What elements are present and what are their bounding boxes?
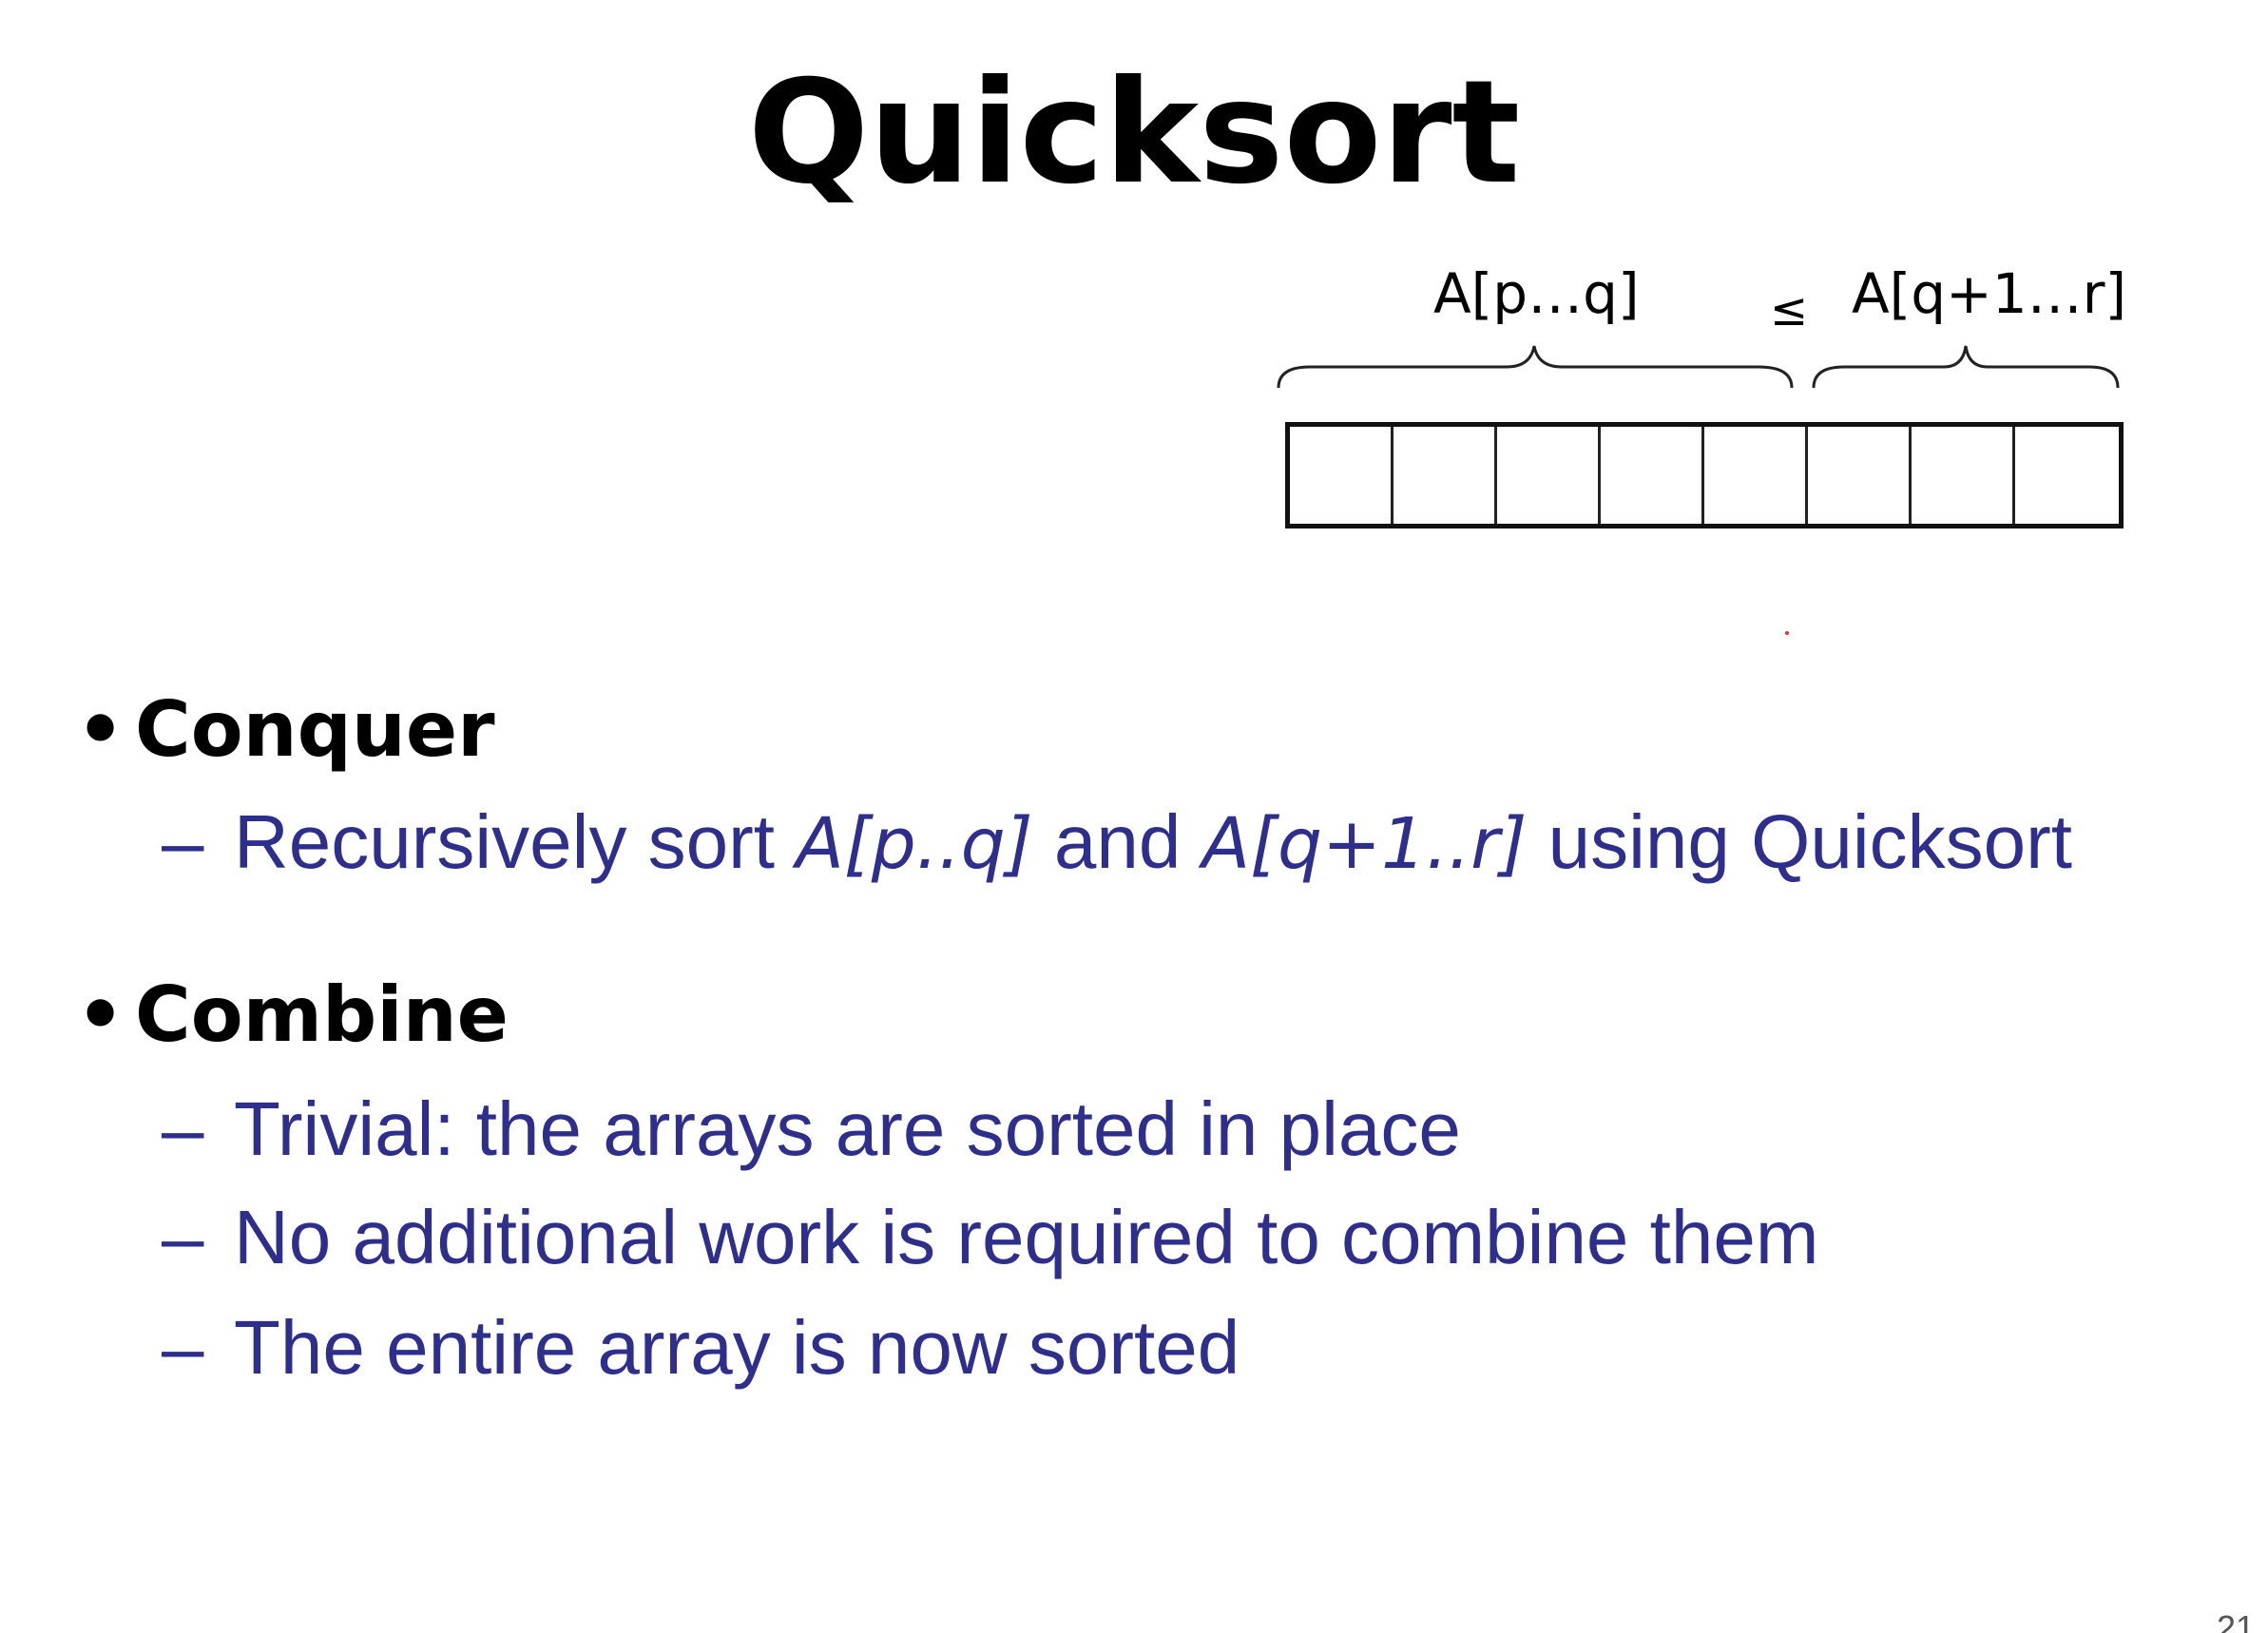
right-subarray-label: A[q+1…r] xyxy=(1852,261,2127,326)
combine-item: – No additional work is required to combi… xyxy=(162,1190,1819,1285)
item-text: Trivial: the arrays are sorted in place xyxy=(234,1086,1461,1171)
array-cell xyxy=(1497,427,1601,524)
item-text: and xyxy=(1032,799,1202,884)
item-text: Recursively sort xyxy=(234,799,797,884)
right-subarray-math: A[q+1..r] xyxy=(1201,803,1528,885)
heading-text: Combine xyxy=(135,970,509,1059)
slide-title: Quicksort xyxy=(747,50,1521,216)
left-subarray-label: A[p…q] xyxy=(1433,261,1640,326)
heading-text: Conquer xyxy=(135,685,495,774)
less-equal-symbol: ≤ xyxy=(1770,283,1809,336)
page-number: 21 xyxy=(2216,1608,2255,1633)
dash-icon: – xyxy=(162,1086,204,1171)
slide: Quicksort A[p…q] ≤ A[q+1…r] • Conquer – Re… xyxy=(0,0,2268,1633)
combine-heading: • Combine xyxy=(76,968,509,1063)
array-cell xyxy=(1601,427,1704,524)
array-cell xyxy=(1808,427,1912,524)
item-text: using Quicksort xyxy=(1527,799,2072,884)
array-cell xyxy=(1912,427,2015,524)
conquer-item: – Recursively sort A[p..q] and A[q+1..r] … xyxy=(162,795,2072,892)
left-subarray-math: A[p..q] xyxy=(796,803,1033,885)
array-cell xyxy=(1704,427,1808,524)
dash-icon: – xyxy=(162,799,204,884)
array-cell xyxy=(1393,427,1497,524)
bullet-icon: • xyxy=(76,970,125,1059)
combine-item: – Trivial: the arrays are sorted in place xyxy=(162,1082,1461,1177)
left-brace xyxy=(1277,345,1794,389)
item-text: The entire array is now sorted xyxy=(234,1305,1240,1390)
conquer-heading: • Conquer xyxy=(76,682,495,778)
array-diagram xyxy=(1285,422,2124,528)
right-brace xyxy=(1812,345,2120,389)
dash-icon: – xyxy=(162,1195,204,1279)
item-text: No additional work is required to combin… xyxy=(234,1195,1819,1279)
array-cell xyxy=(2015,427,2119,524)
bullet-icon: • xyxy=(76,685,125,774)
dash-icon: – xyxy=(162,1305,204,1390)
laser-pointer-dot xyxy=(1785,631,1789,635)
array-cell xyxy=(1290,427,1393,524)
combine-item: – The entire array is now sorted xyxy=(162,1300,1240,1395)
